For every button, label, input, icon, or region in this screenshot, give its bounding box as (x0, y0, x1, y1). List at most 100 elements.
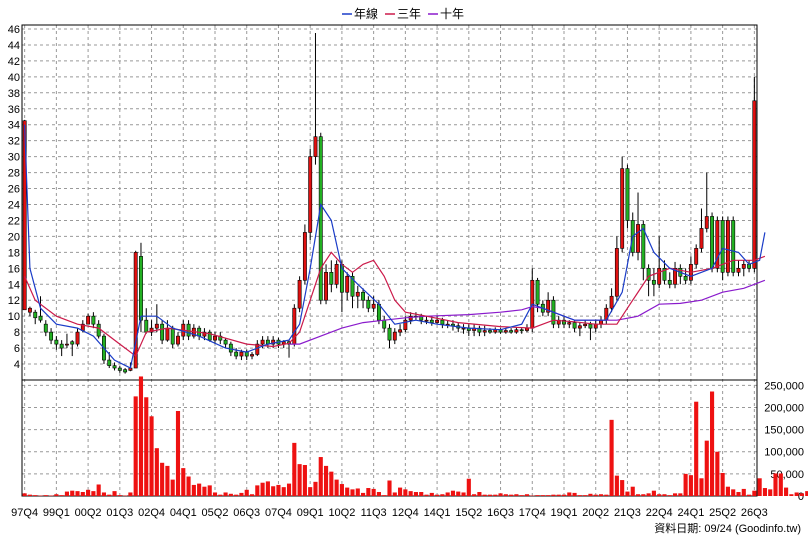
volume-bar (757, 478, 762, 496)
candle-body (694, 248, 699, 265)
volume-bar (524, 494, 530, 496)
volume-bar (625, 491, 630, 496)
candle-body (440, 319, 445, 325)
volume-bar (498, 493, 503, 496)
volume-bar (366, 488, 371, 496)
candle-body (96, 323, 101, 337)
candle-body (250, 354, 254, 357)
x-tick-label: 17Q4 (519, 507, 546, 519)
candle-body (525, 327, 529, 331)
volume-grid (22, 384, 757, 475)
volume-bar (149, 416, 154, 496)
volume-tick-label: 100,000 (764, 447, 804, 459)
candle-body (107, 359, 112, 366)
candle-body (65, 343, 69, 346)
volume-bar (773, 473, 778, 496)
candle-body (302, 232, 307, 281)
volume-bar (339, 484, 344, 496)
candle-body (429, 319, 434, 323)
candle-body (165, 327, 170, 341)
volume-bar (398, 487, 403, 496)
volume-bar (493, 494, 498, 496)
x-tick-label: 06Q3 (233, 507, 260, 519)
volume-bar (456, 491, 461, 496)
price-tick-label: 28 (8, 168, 20, 180)
volume-bar (715, 451, 720, 496)
volume-bar (144, 397, 149, 496)
price-tick-label: 30 (8, 152, 20, 164)
volume-bar (583, 495, 588, 496)
volume-bar (429, 492, 434, 496)
x-tick-label: 99Q1 (43, 507, 70, 519)
price-tick-label: 36 (8, 104, 20, 116)
volume-bar (75, 491, 80, 496)
volume-bar (387, 480, 392, 496)
candle-body (91, 315, 96, 325)
price-tick-label: 34 (8, 120, 20, 132)
volume-bar (54, 494, 59, 496)
candle-body (392, 331, 397, 341)
volume-bar (160, 462, 165, 496)
volume-bar (234, 494, 239, 496)
volume-bar (218, 494, 223, 496)
volume-bar (561, 494, 567, 496)
candle-body (112, 365, 117, 369)
volume-bar (678, 493, 683, 496)
volume-bar (704, 440, 709, 496)
volume-bar (784, 487, 789, 496)
candle-body (609, 295, 614, 309)
candle-body (345, 275, 350, 293)
candle-body (70, 341, 75, 345)
volume-bar (27, 494, 32, 496)
legend-label: 年線 (354, 6, 378, 21)
candle-body (704, 216, 709, 229)
candle-body (313, 136, 318, 157)
volume-bar (688, 475, 693, 496)
volume-bar (64, 491, 70, 496)
volume-bar (440, 494, 445, 496)
volume-bar (96, 484, 101, 496)
candle-body (228, 343, 233, 353)
volume-bar (683, 473, 688, 496)
x-axis: 97Q4 99Q1 00Q2 01Q3 02Q4 04Q1 05Q2 06Q3 07Q4 09Q1… (11, 507, 768, 519)
volume-bar (181, 468, 186, 496)
volume-bar (503, 494, 508, 496)
candle-body (260, 339, 265, 345)
volume-bar (794, 492, 799, 496)
candle-body (493, 329, 498, 333)
price-tick-label: 42 (8, 56, 20, 68)
volume-bar (731, 489, 736, 496)
volume-bar (620, 480, 625, 496)
candle-body (398, 329, 403, 333)
candlesticks (22, 32, 757, 374)
candle-body (752, 100, 757, 269)
volume-bar (635, 494, 641, 496)
candle-body (117, 367, 122, 371)
volume-bar (609, 419, 614, 496)
volume-bar (472, 494, 477, 496)
candle-body (43, 323, 48, 333)
volume-bar (514, 494, 519, 496)
price-tick-label: 32 (8, 136, 20, 148)
candle-body (620, 168, 625, 249)
volume-bar (59, 495, 64, 496)
volume-bar (70, 490, 75, 496)
candle-body (382, 319, 387, 329)
candle-body (519, 329, 524, 332)
volume-bar (509, 494, 514, 496)
volume-bar (741, 488, 746, 496)
candle-body (657, 268, 662, 285)
price-tick-label: 14 (8, 279, 20, 291)
volume-bar (593, 494, 598, 496)
volume-bar (223, 492, 228, 496)
volume-bar (477, 492, 482, 496)
candle-body (33, 311, 38, 319)
candle-body (334, 264, 339, 285)
candle-body (725, 220, 730, 273)
candle-body (683, 275, 688, 281)
candle-body (160, 323, 165, 341)
x-tick-label: 09Q1 (297, 507, 324, 519)
volume-bar (778, 473, 783, 496)
candle-body (741, 264, 746, 269)
volume-bar (450, 490, 456, 496)
